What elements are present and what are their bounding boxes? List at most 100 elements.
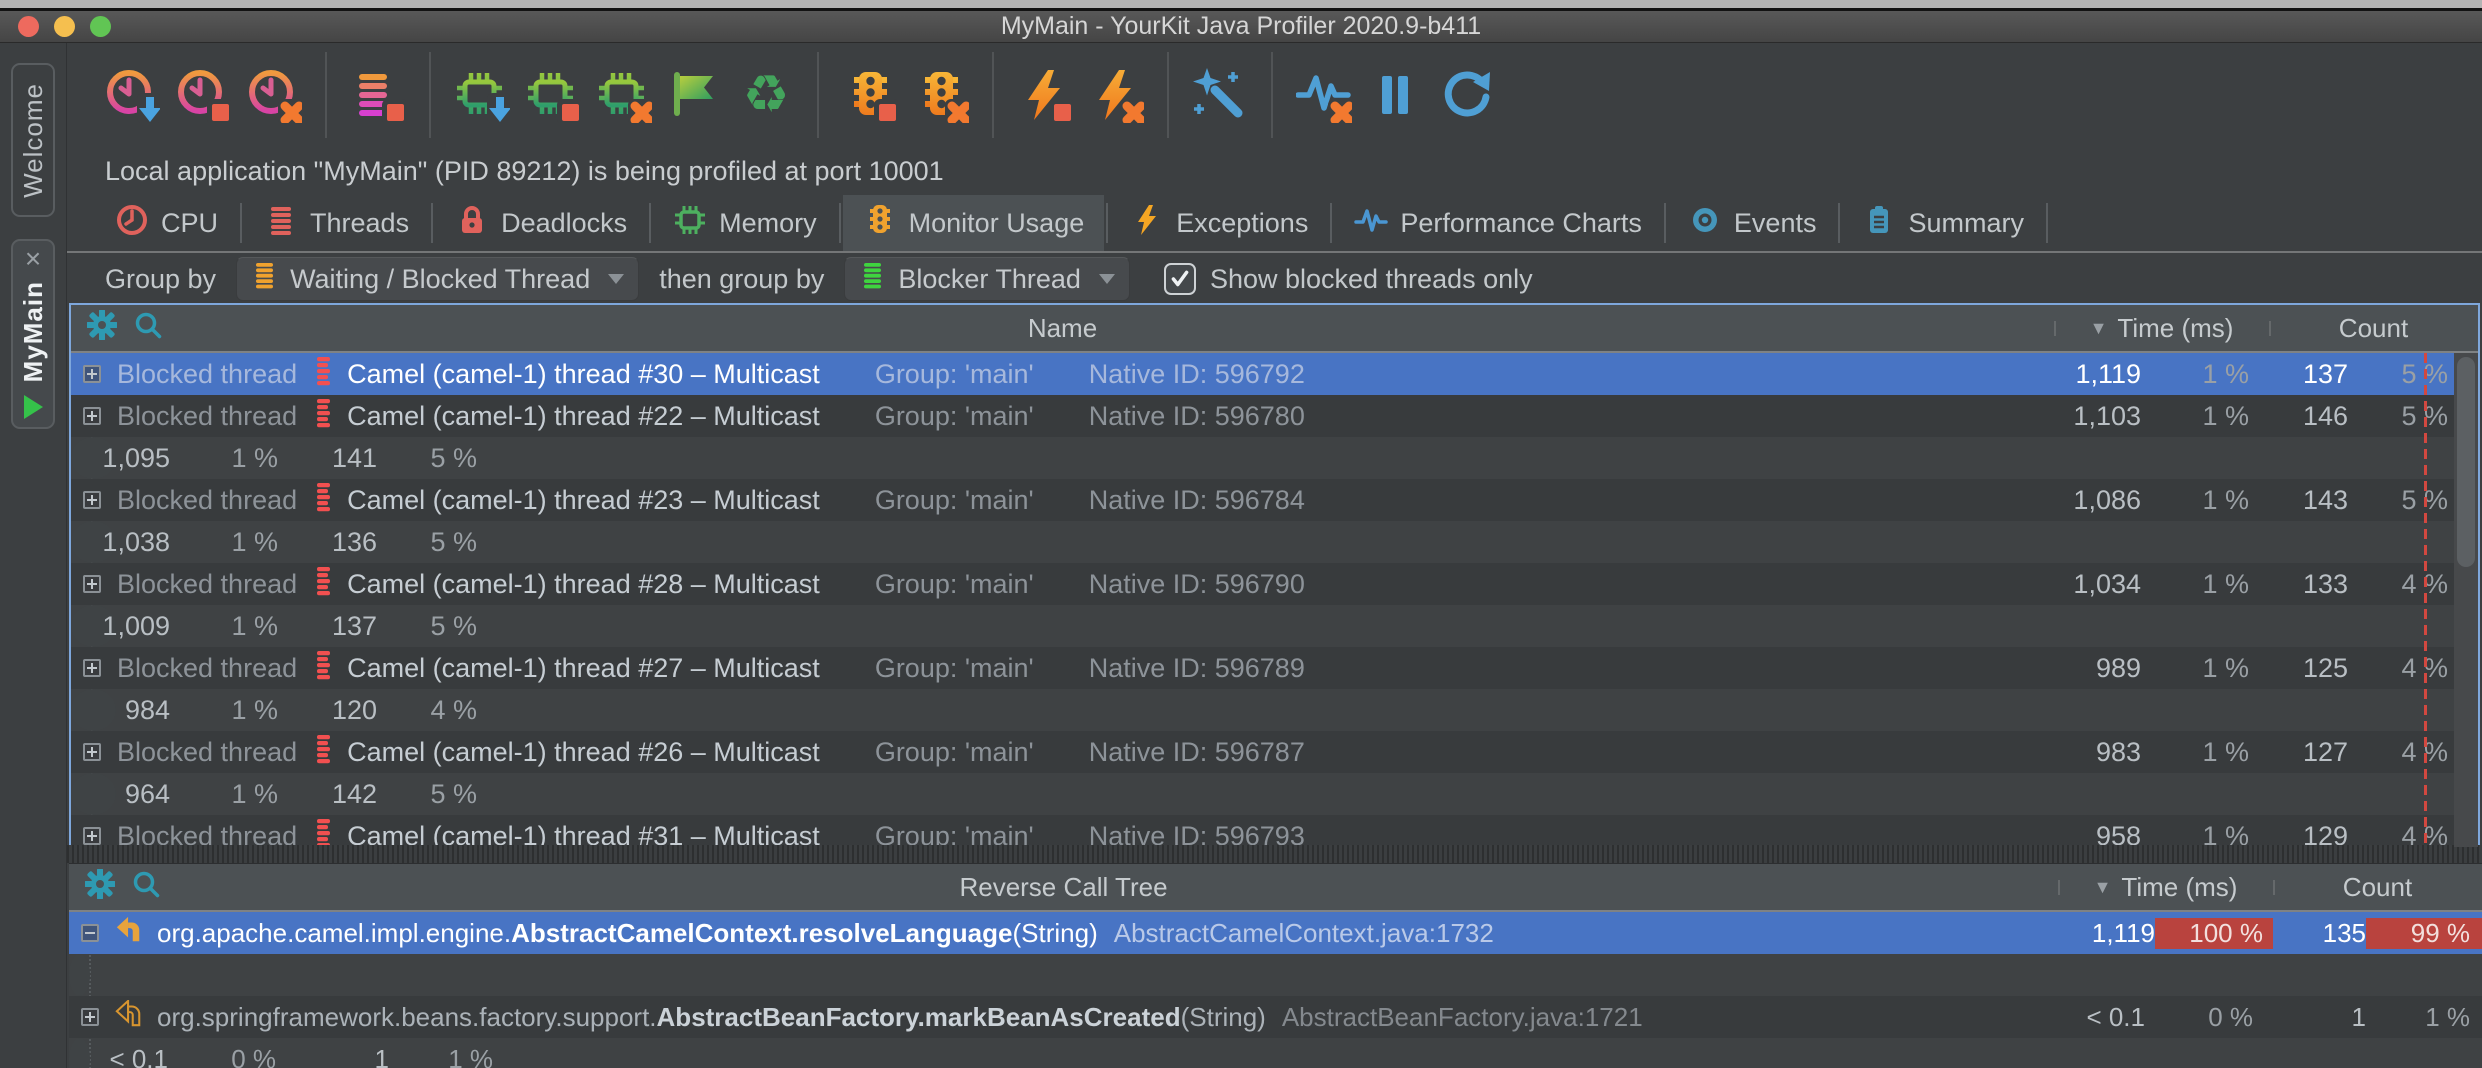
toolbar-separator: [1271, 52, 1273, 138]
count-value: 143: [2269, 485, 2348, 516]
time-value: 984: [83, 695, 170, 726]
scrollbar-thumb[interactable]: [2457, 357, 2475, 567]
minimize-window-button[interactable]: [54, 16, 75, 37]
column-header-count[interactable]: Count: [2269, 313, 2478, 344]
tab-threads[interactable]: Threads: [244, 195, 429, 251]
threads-green-icon: [859, 261, 886, 298]
group-by-dropdown[interactable]: Waiting / Blocked Thread: [236, 257, 639, 301]
panel-splitter[interactable]: [67, 845, 2482, 863]
toolbar-separator: [992, 52, 994, 138]
expand-plus-icon[interactable]: [83, 743, 101, 761]
close-icon[interactable]: ×: [25, 249, 41, 269]
traffic-clear-button[interactable]: [912, 66, 970, 124]
clock-clear-button[interactable]: [245, 66, 303, 124]
thread-row[interactable]: Blocked thread Camel (camel-1) thread #2…: [71, 689, 116, 731]
call-tree-row[interactable]: org.springframework.beans.factory.suppor…: [69, 1038, 90, 1068]
callee-arrow-icon: [115, 1000, 157, 1035]
zoom-window-button[interactable]: [90, 16, 111, 37]
clock-stop-button[interactable]: [174, 66, 232, 124]
chip-clear-button[interactable]: [595, 66, 653, 124]
thread-name: Camel (camel-1) thread #27 – Multicast: [347, 653, 820, 684]
checkbox-check-icon[interactable]: [1164, 263, 1196, 295]
search-icon[interactable]: [131, 869, 161, 906]
then-group-by-dropdown[interactable]: Blocker Thread: [844, 257, 1130, 301]
call-tree-row[interactable]: org.apache.camel.impl.engine.AbstractCam…: [69, 912, 2482, 954]
refresh-button[interactable]: [1437, 66, 1495, 124]
tab-cpu[interactable]: CPU: [95, 195, 238, 251]
wand-button[interactable]: [1191, 66, 1249, 124]
time-value: 1,103: [2054, 401, 2141, 432]
count-percent: 1 %: [2366, 1002, 2482, 1033]
thread-name: Camel (camel-1) thread #28 – Multicast: [347, 569, 820, 600]
settings-gear-icon[interactable]: [85, 869, 115, 906]
expand-plus-icon[interactable]: [83, 575, 101, 593]
rail-tab-welcome[interactable]: Welcome: [11, 63, 55, 217]
flag-button[interactable]: [666, 66, 724, 124]
time-percent: 0 %: [168, 1044, 296, 1068]
pause-button[interactable]: [1366, 66, 1424, 124]
tab-deadlocks[interactable]: Deadlocks: [435, 195, 647, 251]
column-header-count[interactable]: Count: [2273, 872, 2482, 903]
column-header-time[interactable]: ▼Time (ms): [2058, 872, 2273, 903]
thread-bars-icon: [313, 566, 347, 603]
expand-plus-icon[interactable]: [83, 827, 101, 845]
thread-row[interactable]: Blocked thread Camel (camel-1) thread #1…: [71, 773, 116, 815]
show-blocked-threads-label: Show blocked threads only: [1210, 264, 1533, 295]
rail-tab-mymain[interactable]: × MyMain: [11, 239, 55, 429]
thread-row[interactable]: Blocked thread Camel (camel-1) thread #2…: [71, 563, 2478, 605]
thread-bars-icon: [313, 356, 347, 393]
thread-row[interactable]: Blocked thread Camel (camel-1) thread #2…: [71, 395, 2478, 437]
call-tree-title: Reverse Call Tree: [69, 872, 2058, 903]
thread-row[interactable]: Blocked thread Camel (camel-1) thread #2…: [71, 479, 2478, 521]
call-tree-row[interactable]: org.springframework.beans.factory.suppor…: [69, 996, 2482, 1038]
time-value: < 0.1: [2058, 1002, 2145, 1033]
clock-start-button[interactable]: [103, 66, 161, 124]
expand-plus-icon[interactable]: [81, 1008, 99, 1026]
gc-button[interactable]: ♻: [737, 66, 795, 124]
call-tree-row[interactable]: org.apache.camel.support.builder.Express…: [69, 954, 90, 996]
thread-row[interactable]: Blocked thread Camel (camel-1) thread #3…: [71, 353, 2478, 395]
time-value: 1,119: [2058, 918, 2155, 949]
traffic-stop-button[interactable]: [841, 66, 899, 124]
chip-start-button[interactable]: [453, 66, 511, 124]
threads-stop-button[interactable]: [349, 66, 407, 124]
thread-row[interactable]: Blocked thread Camel (camel-1) thread #2…: [71, 437, 116, 479]
pulse-clear-button[interactable]: [1295, 66, 1353, 124]
tab-memory[interactable]: Memory: [653, 195, 837, 251]
tab-label: Monitor Usage: [909, 208, 1085, 239]
tab-events[interactable]: Events: [1668, 195, 1837, 251]
show-blocked-threads-checkbox[interactable]: Show blocked threads only: [1164, 263, 1533, 295]
thread-row[interactable]: Blocked thread Camel (camel-1) thread #2…: [71, 521, 116, 563]
thread-row[interactable]: Blocked thread Camel (camel-1) thread #3…: [71, 815, 2478, 847]
vertical-scrollbar[interactable]: [2454, 353, 2478, 847]
settings-gear-icon[interactable]: [87, 310, 117, 347]
bolt-icon: [1130, 203, 1164, 244]
tab-label: Deadlocks: [501, 208, 627, 239]
tab-summary[interactable]: Summary: [1842, 195, 2044, 251]
tab-label: CPU: [161, 208, 218, 239]
thread-row[interactable]: Blocked thread Camel (camel-1) thread #2…: [71, 605, 116, 647]
bolt-clear-button[interactable]: [1087, 66, 1145, 124]
count-percent: 5 %: [2348, 485, 2454, 516]
expand-plus-icon[interactable]: [83, 365, 101, 383]
column-header-name[interactable]: Name: [71, 313, 2054, 344]
thread-group: Group: 'main': [875, 821, 1034, 848]
tab-label: Exceptions: [1176, 208, 1308, 239]
count-percent: 5 %: [2348, 359, 2454, 390]
search-icon[interactable]: [133, 310, 163, 347]
column-header-time[interactable]: ▼Time (ms): [2054, 313, 2269, 344]
chip-stop-button[interactable]: [524, 66, 582, 124]
thread-row[interactable]: Blocked thread Camel (camel-1) thread #2…: [71, 647, 2478, 689]
close-window-button[interactable]: [18, 16, 39, 37]
expand-plus-icon[interactable]: [83, 659, 101, 677]
tab-monitor-usage[interactable]: Monitor Usage: [843, 195, 1105, 251]
thread-row[interactable]: Blocked thread Camel (camel-1) thread #2…: [71, 731, 2478, 773]
expand-plus-icon[interactable]: [83, 491, 101, 509]
titlebar[interactable]: MyMain - YourKit Java Profiler 2020.9-b4…: [0, 11, 2482, 43]
bolt-stop-button[interactable]: [1016, 66, 1074, 124]
expand-minus-icon[interactable]: [81, 924, 99, 942]
tab-performance-charts[interactable]: Performance Charts: [1334, 195, 1662, 251]
expand-plus-icon[interactable]: [83, 407, 101, 425]
time-percent: 1 %: [170, 695, 298, 726]
tab-exceptions[interactable]: Exceptions: [1110, 195, 1328, 251]
